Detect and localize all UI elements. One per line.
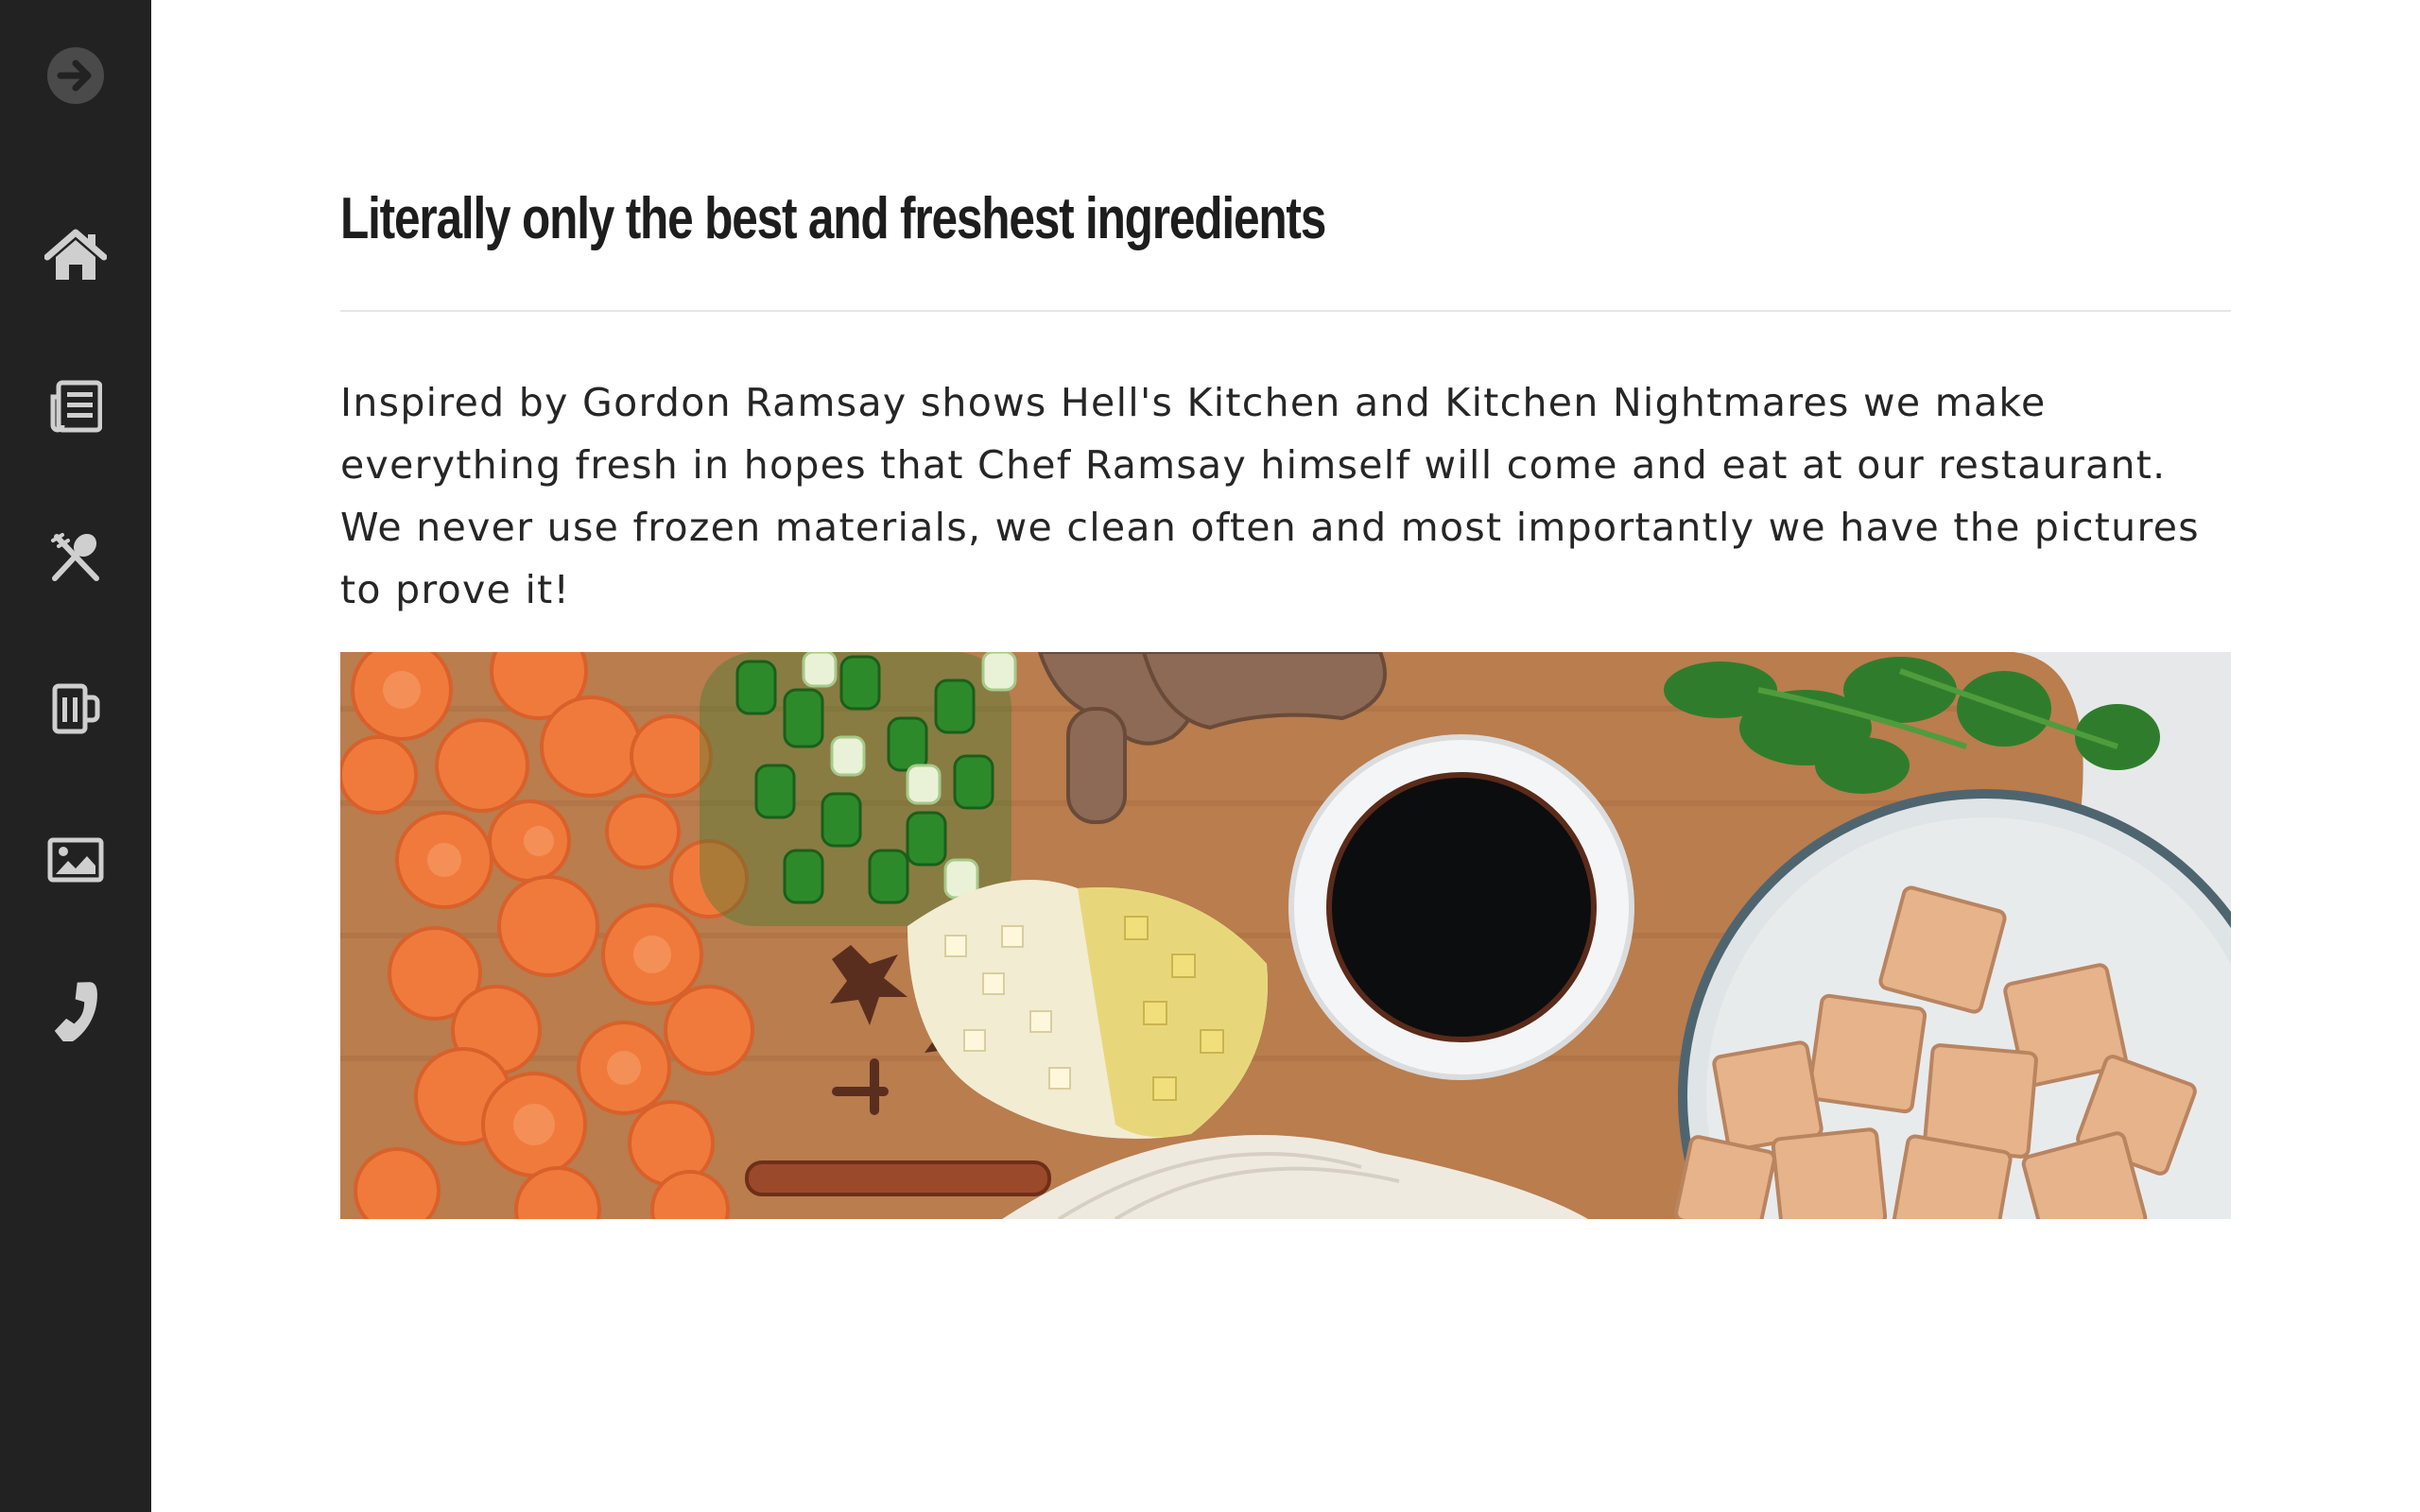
sidebar-item-gallery[interactable] [38,822,113,898]
sidebar-item-home[interactable] [38,217,113,293]
home-icon [44,229,107,280]
intro-paragraph: Inspired by Gordon Ramsay shows Hell's K… [340,380,2200,612]
arrow-right-circle-icon [47,47,104,104]
newspaper-icon [50,380,102,433]
sidebar-item-menu[interactable] [38,520,113,595]
sidebar-item-contact[interactable] [38,973,113,1049]
sidebar-toggle-button[interactable] [38,38,113,113]
phone-icon [54,982,97,1041]
page-title: Literally only the best and freshest ing… [340,186,1326,251]
utensils-icon [51,533,99,581]
sidebar-item-drinks[interactable] [38,671,113,747]
image-icon [47,837,104,883]
sidebar-item-about[interactable] [38,369,113,444]
divider [340,310,2231,312]
sidebar [0,0,151,1512]
beer-mug-icon [52,683,100,734]
ingredients-photo [340,652,2231,1219]
